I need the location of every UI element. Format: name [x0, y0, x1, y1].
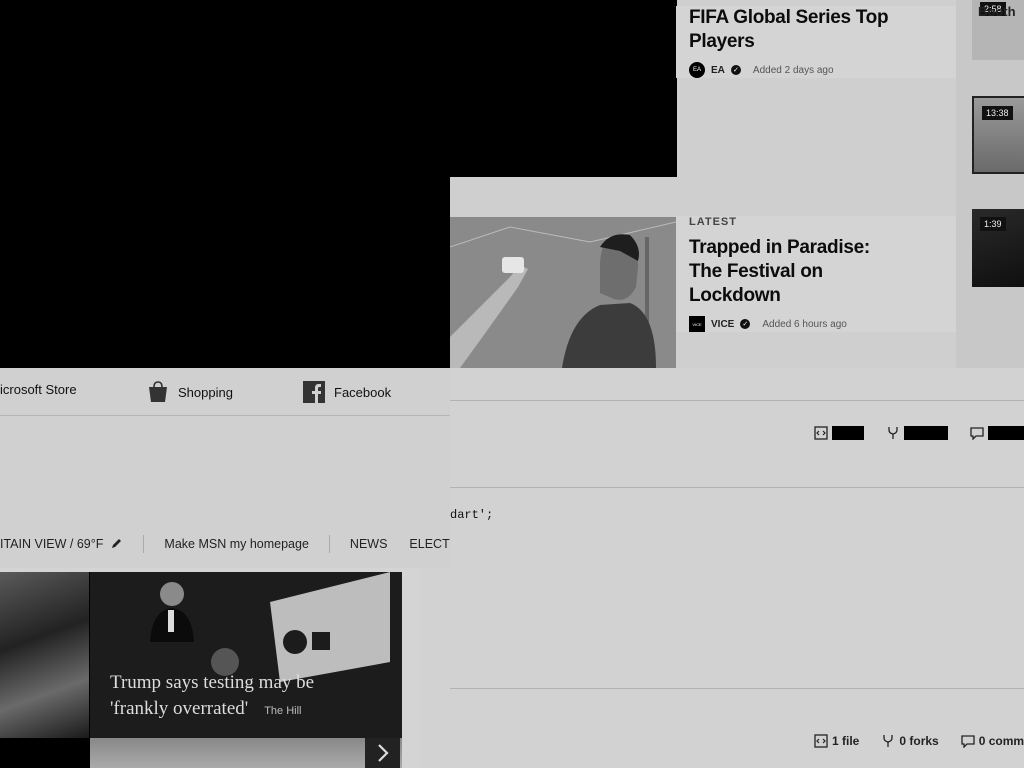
- video-thumbnail[interactable]: 2:58 Booth: [972, 0, 1024, 60]
- news-tile-image[interactable]: [0, 572, 89, 738]
- redacted-text: [988, 426, 1024, 440]
- quick-link-label: Facebook: [334, 384, 392, 400]
- video-thumbnail[interactable]: 13:38: [972, 96, 1024, 174]
- code-file-icon: [814, 426, 828, 440]
- forks-count: 0 forks: [899, 734, 939, 748]
- quick-link-label: icrosoft Store: [0, 382, 77, 397]
- msn-nav-bar: ITAIN VIEW / 69°F Make MSN my homepage N…: [0, 532, 450, 556]
- related-videos: 2:58 Booth 13:38 1:39: [956, 0, 1024, 368]
- weather-location[interactable]: ITAIN VIEW / 69°F: [0, 537, 103, 551]
- latest-kicker: LATEST: [689, 216, 737, 228]
- caption-line: Trump says testing may be: [110, 672, 315, 693]
- comments-link[interactable]: [970, 426, 1024, 440]
- edit-pencil-icon[interactable]: [111, 537, 123, 552]
- msn-panel: icrosoft Store Shopping Facebook ITAIN V…: [0, 368, 450, 568]
- quick-links-bar: icrosoft Store Shopping Facebook: [0, 368, 450, 416]
- thumb-label: Booth: [978, 4, 1016, 19]
- quick-link-shopping[interactable]: Shopping: [146, 380, 233, 404]
- news-tiles: Trump says testing may be 'frankly overr…: [0, 572, 402, 768]
- redacted-text: [904, 426, 948, 440]
- article-thumbnail[interactable]: [450, 217, 676, 368]
- comment-icon: [961, 735, 975, 748]
- forks-link[interactable]: [886, 426, 948, 440]
- news-tile-next-image[interactable]: [90, 738, 402, 768]
- video-title[interactable]: FIFA Global Series Top Players: [689, 6, 956, 54]
- divider: [450, 688, 1024, 689]
- tile-source: The Hill: [264, 705, 302, 717]
- code-file-icon: [814, 734, 828, 748]
- ea-logo: EA: [689, 62, 705, 78]
- duration-badge: 1:39: [980, 217, 1006, 231]
- verified-icon: ✓: [740, 319, 751, 329]
- files-count: 1 file: [832, 734, 860, 748]
- added-time: Added 2 days ago: [752, 64, 834, 76]
- video-card[interactable]: LATEST Trapped in Paradise: The Festival…: [676, 216, 956, 332]
- video-source: EA EA ✓ Added 2 days ago: [689, 62, 956, 78]
- duration-badge: 13:38: [982, 106, 1013, 120]
- nav-election[interactable]: ELECT: [409, 537, 449, 551]
- source-name[interactable]: EA: [711, 65, 725, 76]
- files-link[interactable]: [814, 426, 864, 440]
- source-name[interactable]: VICE: [711, 319, 734, 330]
- divider: [450, 400, 1024, 401]
- video-thumbnail[interactable]: 1:39: [972, 209, 1024, 287]
- chevron-right-icon: [377, 744, 389, 762]
- divider: [450, 487, 1024, 488]
- quick-link-facebook[interactable]: Facebook: [302, 380, 391, 404]
- video-title[interactable]: Trapped in Paradise: The Festival on Loc…: [689, 236, 889, 308]
- redacted-text: [832, 426, 864, 440]
- fork-icon: [883, 735, 894, 747]
- gist-meta-redacted: [814, 426, 1024, 440]
- added-time: Added 6 hours ago: [762, 318, 847, 330]
- make-homepage-link[interactable]: Make MSN my homepage: [164, 537, 309, 551]
- festival-photo: [450, 217, 676, 368]
- news-tile-main[interactable]: Trump says testing may be 'frankly overr…: [90, 572, 402, 738]
- shopping-bag-icon: [149, 381, 167, 402]
- video-card[interactable]: FIFA Global Series Top Players EA EA ✓ A…: [676, 6, 956, 78]
- caption-text: 'frankly overrated': [110, 698, 249, 719]
- code-snippet: dart';: [450, 508, 494, 522]
- msn-header-area: [0, 0, 450, 368]
- quick-link-label: Shopping: [178, 384, 233, 400]
- comments-count: 0 comme: [978, 734, 1024, 748]
- nav-news[interactable]: NEWS: [350, 537, 388, 551]
- forks-link[interactable]: 0 forks: [881, 734, 939, 748]
- tile-caption[interactable]: Trump says testing may be 'frankly overr…: [110, 670, 314, 724]
- next-arrow-button[interactable]: [365, 738, 400, 768]
- video-source: VICE VICE ✓ Added 6 hours ago: [689, 316, 956, 332]
- comment-icon: [970, 427, 984, 440]
- verified-icon: ✓: [730, 65, 741, 75]
- caption-line-2: 'frankly overrated' The Hill: [110, 696, 314, 724]
- gist-meta: 1 file 0 forks 0 comme: [814, 734, 1024, 748]
- vice-logo: VICE: [689, 316, 705, 332]
- quick-link-store[interactable]: icrosoft Store: [0, 382, 77, 397]
- files-link[interactable]: 1 file: [814, 734, 859, 748]
- nav-divider: [328, 535, 330, 553]
- fork-icon: [888, 427, 898, 439]
- comments-link[interactable]: 0 comme: [961, 734, 1024, 748]
- facebook-icon: [303, 381, 325, 403]
- nav-divider: [143, 535, 145, 553]
